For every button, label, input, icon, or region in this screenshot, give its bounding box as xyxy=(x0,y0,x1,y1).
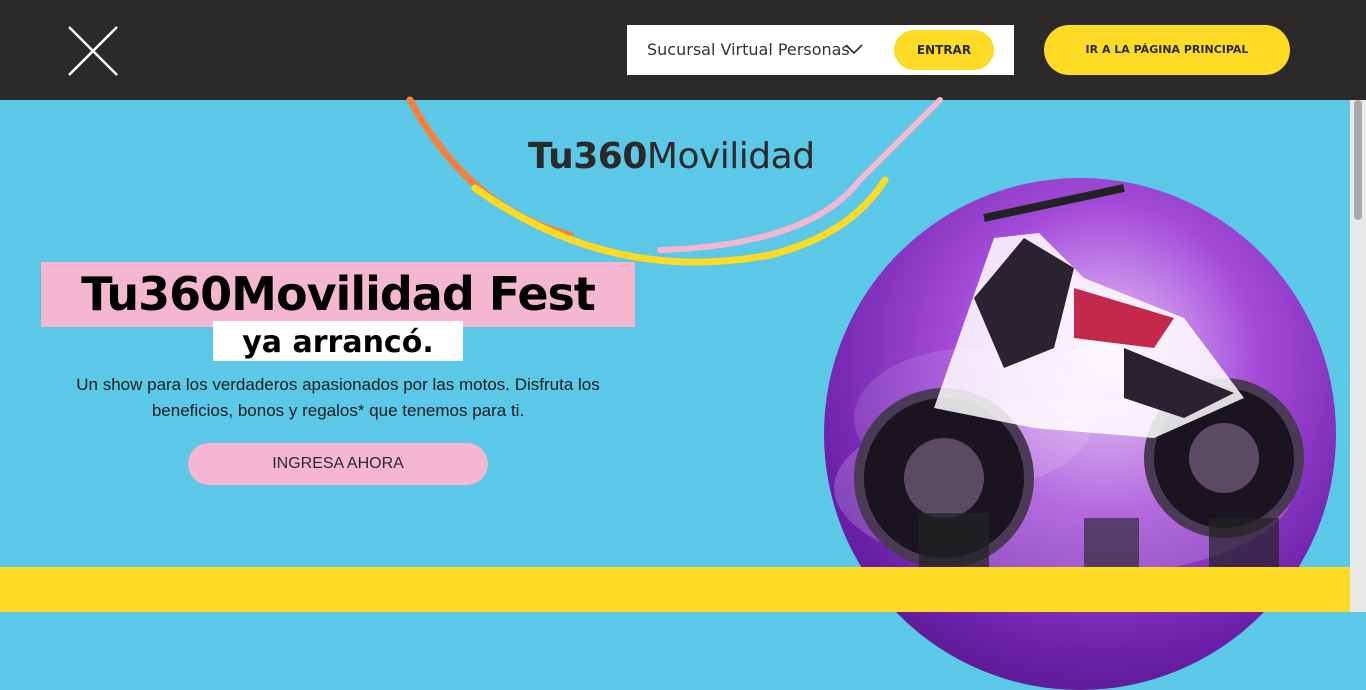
page-scrollbar[interactable] xyxy=(1350,100,1366,612)
headline-subbox: ya arrancó. xyxy=(213,321,463,361)
tu360movilidad-logo: Tu360Movilidad xyxy=(528,136,815,177)
home-page-button[interactable]: IR A LA PÁGINA PRINCIPAL xyxy=(1044,25,1290,75)
brand-bold: Tu360 xyxy=(528,136,647,177)
yellow-footer-strip xyxy=(0,567,1350,612)
chevron-down-icon[interactable] xyxy=(844,41,864,57)
scrollbar-thumb[interactable] xyxy=(1354,100,1362,220)
motorcycle-image xyxy=(824,178,1336,690)
close-icon[interactable] xyxy=(66,24,120,78)
ingresa-ahora-button[interactable]: INGRESA AHORA xyxy=(188,443,488,485)
headline-box: Tu360Movilidad Fest xyxy=(41,262,635,327)
headline-line1: Tu360Movilidad Fest xyxy=(81,267,596,321)
headline-line2: ya arrancó. xyxy=(242,325,434,360)
brand-regular: Movilidad xyxy=(646,136,815,177)
hero-description: Un show para los verdaderos apasionados … xyxy=(76,375,600,420)
